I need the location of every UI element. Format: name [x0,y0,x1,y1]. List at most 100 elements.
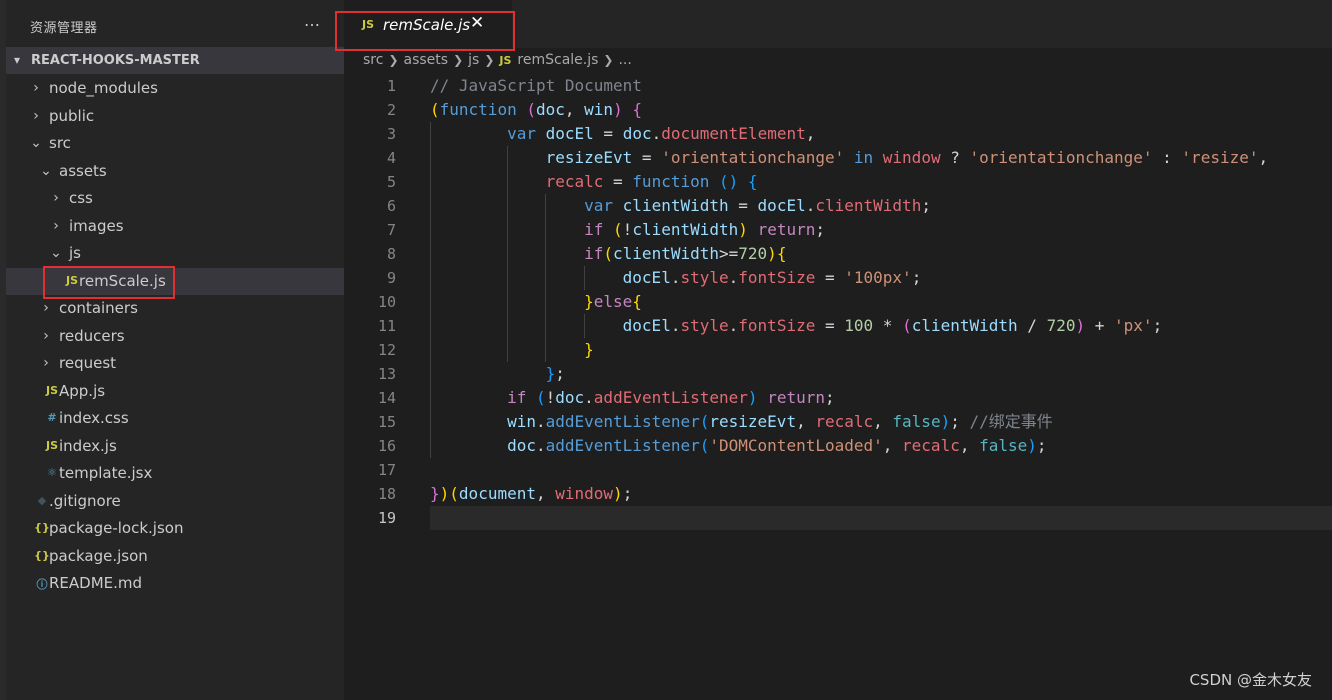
code-line: }; [430,362,1332,386]
tree-folder-item[interactable]: › public [6,103,344,130]
code-token: ( [449,484,459,503]
code-token: / [1017,316,1047,335]
tree-file-item[interactable]: JS index.js [6,433,344,460]
code-token: '100px' [844,268,912,287]
tree-item-label: reducers [59,326,125,345]
line-number: 5 [386,173,396,191]
code-token: ! [622,220,633,239]
breadcrumb-js[interactable]: js [468,52,479,68]
code-token: } [584,292,594,311]
code-token: clientWidth [613,244,719,263]
code-token: ; [815,220,825,239]
tree-item-label: public [49,106,95,125]
code-token: . [805,196,816,215]
code-token: ; [622,484,633,503]
line-number: 1 [386,77,396,95]
code-token: . [584,388,594,407]
breadcrumb-file[interactable]: remScale.js [517,52,598,68]
tree-file-item[interactable]: ⓘ README.md [6,570,344,597]
code-token: ; [825,388,835,407]
chevron-right-icon: › [33,80,39,96]
tree-item-label: images [69,216,124,235]
tree-file-item[interactable]: ◆ .gitignore [6,488,344,515]
tree-folder-item[interactable]: › containers [6,295,344,322]
tree-folder-item[interactable]: › reducers [6,323,344,350]
more-actions-icon[interactable]: … [304,11,320,30]
code-token: , [959,436,980,455]
code-line: resizeEvt = 'orientationchange' in windo… [430,146,1332,170]
code-token: ) [439,484,450,503]
line-number: 11 [377,317,396,335]
line-number: 10 [377,293,396,311]
code-token: ( [613,220,623,239]
tree-folder-item[interactable]: ⌄ src [6,130,344,157]
code-line: win.addEventListener(resizeEvt, recalc, … [430,410,1332,434]
code-token: if [507,388,527,407]
tree-folder-item[interactable]: › request [6,350,344,377]
code-token: ) [613,484,623,503]
chevron-down-icon: ⌄ [30,135,42,151]
code-token: ) [747,388,758,407]
code-token: addEventListener [545,412,700,431]
tree-item-label: node_modules [49,79,158,97]
chevron-right-icon: › [53,190,59,206]
code-token: docEl [622,268,671,287]
line-number: 13 [377,365,396,383]
line-number: 8 [386,245,396,263]
breadcrumb-src[interactable]: src [363,52,383,68]
code-token: docEl [622,316,671,335]
code-line [430,506,1332,530]
code-token: document [458,484,536,503]
code-token: 'px' [1114,316,1153,335]
code-token: doc [507,436,536,455]
code-token: fontSize [738,268,816,287]
tree-file-item[interactable]: ⚛ template.jsx [6,460,344,487]
explorer-header: 资源管理器 … [6,0,344,46]
code-token: 720 [738,244,768,263]
code-token: ( [699,412,710,431]
line-number: 12 [377,341,396,359]
tree-folder-item[interactable]: ⌄ assets [6,158,344,185]
code-token: doc [622,124,652,143]
breadcrumb-assets[interactable]: assets [404,52,449,68]
code-token: . [651,124,662,143]
tree-folder-item[interactable]: › images [6,213,344,240]
tree-file-item[interactable]: JS App.js [6,378,344,405]
code-token: 'DOMContentLoaded' [709,436,883,455]
code-token: 720 [1046,316,1076,335]
code-token: addEventListener [593,388,748,407]
tree-file-item[interactable]: # index.css [6,405,344,432]
workspace-root[interactable]: ▾ REACT-HOOKS-MASTER [6,47,344,74]
code-token: ( [902,316,912,335]
info-file-icon: ⓘ [36,578,48,591]
chevron-right-icon: › [33,107,39,124]
code-token: . [728,268,739,287]
code-line: if (!clientWidth) return; [430,218,1332,242]
chevron-down-icon: ▾ [14,53,21,67]
tree-folder-item[interactable]: ⌄ js [6,240,344,267]
code-token: } [430,484,440,503]
tree-item-label: js [69,244,81,262]
code-token: . [728,316,739,335]
tree-file-item[interactable]: {} package.json [6,543,344,570]
tree-file-item[interactable]: {} package-lock.json [6,515,344,542]
editor-area: JS remScale.js ✕ src ❯ assets ❯ js ❯ JS remScal… [344,0,1332,700]
tree-folder-item[interactable]: › css [6,185,344,212]
code-token: = [728,196,758,215]
tree-folder-item[interactable]: › node_modules [6,75,344,102]
breadcrumb-symbol[interactable]: ... [618,52,631,68]
code-line: doc.addEventListener('DOMContentLoaded',… [430,434,1332,458]
code-token: if [584,244,604,263]
code-line: docEl.style.fontSize = '100px'; [430,266,1332,290]
